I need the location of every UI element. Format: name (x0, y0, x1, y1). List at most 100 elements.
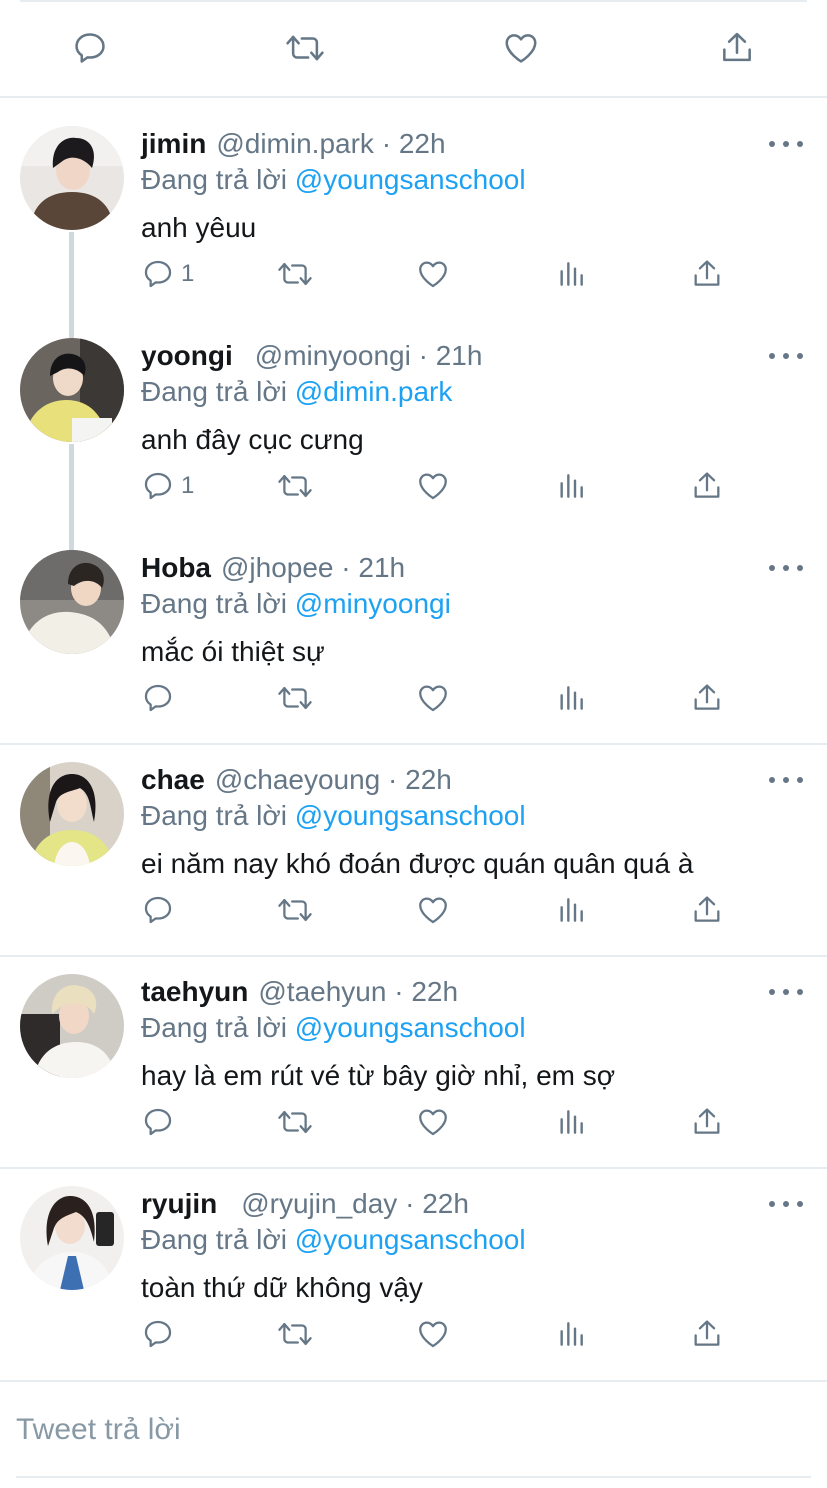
like-button[interactable] (415, 888, 451, 932)
retweet-icon (278, 898, 312, 922)
share-icon (694, 260, 720, 286)
separator-dot: · (397, 1188, 423, 1219)
timestamp[interactable]: 22h (399, 128, 446, 159)
separator-dot: · (386, 976, 412, 1007)
reply-button[interactable] (141, 1312, 181, 1356)
display-name[interactable]: jimin (141, 128, 206, 159)
reply-icon (144, 1108, 172, 1136)
tweet-text: ei năm nay khó đoán được quán quân quá à (141, 848, 694, 879)
reply-button[interactable] (68, 26, 112, 70)
share-icon (694, 684, 720, 710)
like-button[interactable] (499, 26, 543, 70)
retweet-button[interactable] (275, 676, 315, 720)
more-options-button[interactable] (769, 556, 803, 580)
avatar[interactable] (20, 550, 124, 654)
reply-button[interactable] (141, 888, 181, 932)
tweet-header: yoongi @minyoongi · 21h (141, 338, 482, 374)
share-button[interactable] (690, 1100, 724, 1144)
tweet-actions (0, 1100, 827, 1144)
user-handle[interactable]: @dimin.park (216, 128, 374, 159)
reply-button[interactable] (141, 1100, 181, 1144)
avatar[interactable] (20, 126, 124, 230)
share-button[interactable] (690, 1312, 724, 1356)
user-handle[interactable]: @minyoongi (255, 340, 411, 371)
reply-input-underline (16, 1476, 811, 1478)
avatar[interactable] (20, 1186, 124, 1290)
analytics-button[interactable] (555, 888, 587, 932)
reply-input[interactable]: Tweet trả lời (16, 1410, 181, 1450)
reply-button[interactable] (141, 676, 181, 720)
more-options-button[interactable] (769, 980, 803, 1004)
display-name[interactable]: ryujin (141, 1188, 217, 1219)
retweet-button[interactable] (275, 464, 315, 508)
retweet-button[interactable] (275, 888, 315, 932)
timestamp[interactable]: 21h (358, 552, 405, 583)
divider (0, 1380, 827, 1382)
user-handle[interactable]: @chaeyoung (215, 764, 380, 795)
avatar[interactable] (20, 762, 124, 866)
user-handle[interactable]: @ryujin_day (241, 1188, 397, 1219)
replying-to-mention[interactable]: @minyoongi (295, 588, 451, 619)
replying-to-label: Đang trả lời (141, 1224, 287, 1255)
user-handle[interactable]: @taehyun (258, 976, 386, 1007)
analytics-button[interactable] (555, 464, 587, 508)
retweet-button[interactable] (275, 1312, 315, 1356)
reply-count: 1 (181, 472, 195, 499)
like-button[interactable] (415, 1312, 451, 1356)
display-name[interactable]: taehyun (141, 976, 248, 1007)
analytics-icon (560, 262, 583, 286)
separator-dot: · (410, 340, 436, 371)
replying-to: Đang trả lời @minyoongi (141, 586, 451, 622)
timestamp[interactable]: 21h (436, 340, 483, 371)
share-button[interactable] (690, 252, 724, 296)
like-button[interactable] (415, 252, 451, 296)
retweet-icon (278, 686, 312, 710)
analytics-button[interactable] (555, 252, 587, 296)
more-options-button[interactable] (769, 1192, 803, 1216)
reply-button[interactable]: 1 (141, 252, 194, 296)
retweet-icon (278, 474, 312, 498)
retweet-button[interactable] (275, 252, 315, 296)
tweet-actions (0, 1312, 827, 1356)
analytics-button[interactable] (555, 1100, 587, 1144)
timestamp[interactable]: 22h (405, 764, 452, 795)
reply-count: 1 (181, 260, 195, 287)
share-button[interactable] (715, 26, 759, 70)
display-name[interactable]: chae (141, 764, 205, 795)
tweet-header: chae @chaeyoung · 22h (141, 762, 452, 798)
more-options-button[interactable] (769, 132, 803, 156)
share-icon (694, 472, 720, 498)
tweet-header: ryujin @ryujin_day · 22h (141, 1186, 469, 1222)
retweet-button[interactable] (275, 1100, 315, 1144)
like-button[interactable] (415, 1100, 451, 1144)
avatar[interactable] (20, 338, 124, 442)
retweet-icon (278, 1322, 312, 1346)
timestamp[interactable]: 22h (422, 1188, 469, 1219)
like-button[interactable] (415, 676, 451, 720)
more-options-button[interactable] (769, 768, 803, 792)
display-name[interactable]: yoongi (141, 340, 233, 371)
avatar[interactable] (20, 974, 124, 1078)
replying-to-mention[interactable]: @youngsanschool (295, 1224, 526, 1255)
replying-to-mention[interactable]: @dimin.park (295, 376, 453, 407)
replying-to-label: Đang trả lời (141, 800, 287, 831)
retweet-button[interactable] (283, 26, 327, 70)
share-button[interactable] (690, 888, 724, 932)
share-button[interactable] (690, 676, 724, 720)
tweet-header: taehyun @taehyun · 22h (141, 974, 458, 1010)
timestamp[interactable]: 22h (411, 976, 458, 1007)
display-name[interactable]: Hoba (141, 552, 211, 583)
reply-button[interactable]: 1 (141, 464, 194, 508)
reply-icon (144, 260, 172, 288)
analytics-button[interactable] (555, 676, 587, 720)
replying-to-mention[interactable]: @youngsanschool (295, 1012, 526, 1043)
replying-to-mention[interactable]: @youngsanschool (295, 164, 526, 195)
replying-to-label: Đang trả lời (141, 1012, 287, 1043)
analytics-button[interactable] (555, 1312, 587, 1356)
like-button[interactable] (415, 464, 451, 508)
tweet-text: mắc ói thiệt sự (141, 636, 325, 667)
share-button[interactable] (690, 464, 724, 508)
user-handle[interactable]: @jhopee (221, 552, 334, 583)
more-options-button[interactable] (769, 344, 803, 368)
replying-to-mention[interactable]: @youngsanschool (295, 800, 526, 831)
